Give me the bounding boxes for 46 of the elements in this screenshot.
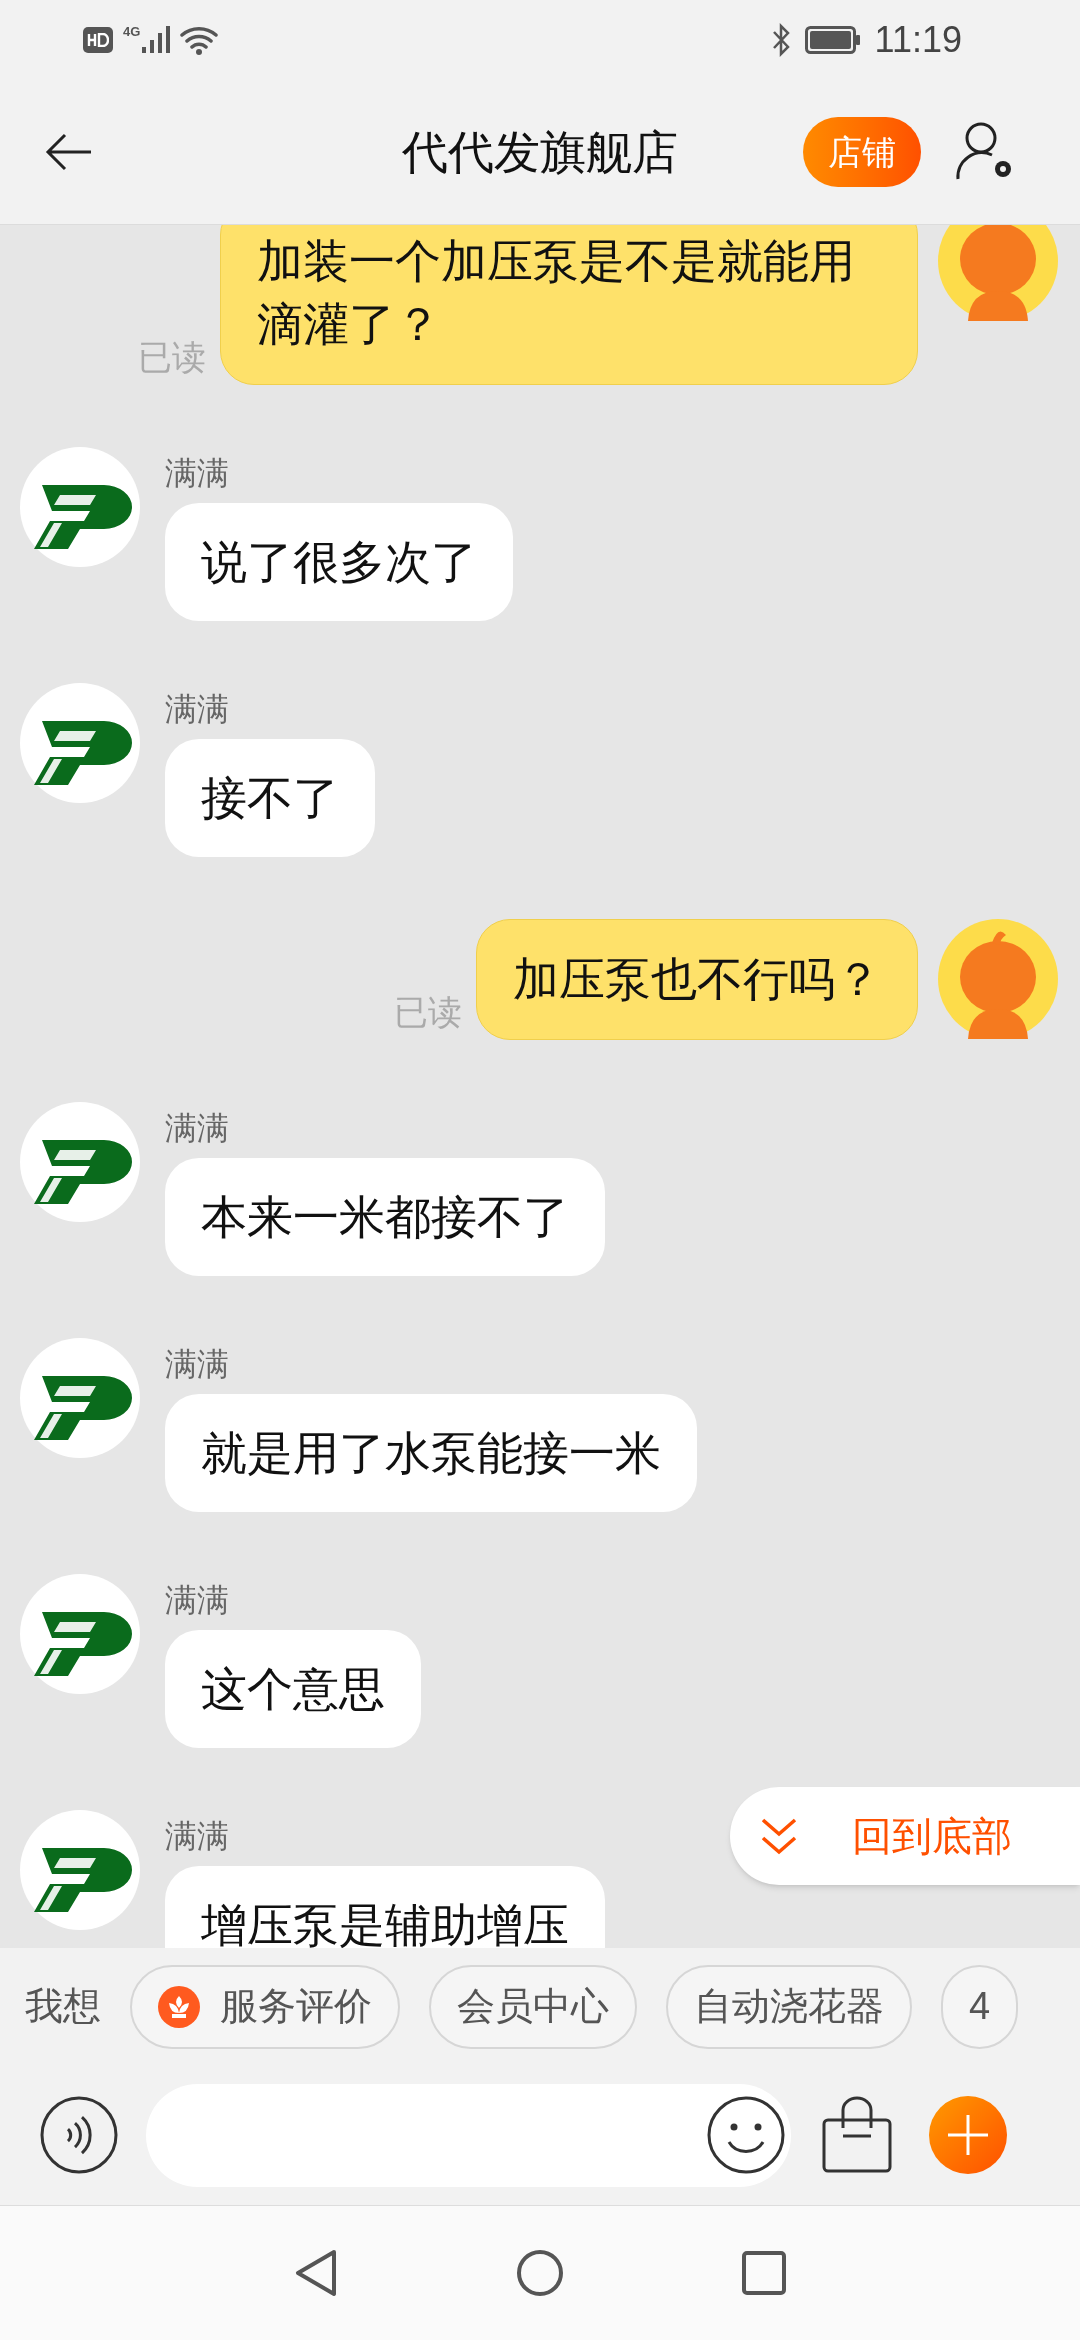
suggestion-chip[interactable]: 4 bbox=[941, 1964, 1019, 2049]
shop-logo-icon bbox=[20, 1574, 140, 1694]
message-bubble: 加装一个加压泵是不是就能用滴灌了？ bbox=[220, 225, 918, 385]
sender-name: 满满 bbox=[165, 1345, 229, 1384]
shop-logo-icon bbox=[20, 447, 140, 567]
wifi-icon bbox=[180, 24, 221, 56]
suggestion-chip[interactable]: 服务评价 bbox=[130, 1964, 400, 2049]
message-bubble: 说了很多次了 bbox=[165, 503, 513, 621]
bluetooth-icon bbox=[770, 23, 791, 57]
message-bubble: 本来一米都接不了 bbox=[165, 1158, 605, 1276]
read-status: 已读 bbox=[394, 992, 462, 1033]
shop-logo-icon bbox=[20, 1338, 140, 1458]
chat-title: 代代发旗舰店 bbox=[401, 124, 679, 180]
sender-name: 满满 bbox=[165, 1109, 229, 1148]
nav-home-icon[interactable] bbox=[516, 2249, 564, 2297]
voice-icon[interactable] bbox=[40, 2096, 118, 2174]
shop-logo-icon bbox=[20, 1102, 140, 1222]
nav-back-icon[interactable] bbox=[294, 2249, 338, 2297]
message-bubble: 加压泵也不行吗？ bbox=[476, 919, 918, 1040]
message-bubble: 接不了 bbox=[165, 739, 375, 857]
hd-icon bbox=[83, 27, 113, 53]
shopping-bag-icon[interactable] bbox=[821, 2096, 893, 2174]
sender-name: 满满 bbox=[165, 454, 229, 493]
plus-icon[interactable] bbox=[929, 2096, 1007, 2174]
mascot-avatar-icon bbox=[938, 225, 1058, 321]
clock-time: 11:19 bbox=[874, 18, 962, 62]
signal-icon bbox=[142, 25, 171, 55]
message-bubble: 这个意思 bbox=[165, 1630, 421, 1748]
back-icon[interactable] bbox=[45, 132, 93, 172]
battery-icon bbox=[804, 26, 861, 54]
network-label: 4G bbox=[123, 25, 141, 38]
double-chevron-down-icon bbox=[760, 1816, 798, 1856]
sender-name: 满满 bbox=[165, 1817, 229, 1856]
mascot-avatar-icon bbox=[938, 919, 1058, 1039]
suggestion-chip[interactable]: 会员中心 bbox=[429, 1964, 637, 2049]
message-bubble: 就是用了水泵能接一米 bbox=[165, 1394, 697, 1512]
emoji-icon[interactable] bbox=[707, 2096, 785, 2174]
shop-logo-icon bbox=[20, 683, 140, 803]
nav-recents-icon[interactable] bbox=[742, 2251, 786, 2295]
shop-logo-icon bbox=[20, 1810, 140, 1930]
sender-name: 满满 bbox=[165, 690, 229, 729]
read-status: 已读 bbox=[138, 337, 206, 378]
quick-bar-label: 我想 bbox=[25, 1984, 101, 2029]
sender-name: 满满 bbox=[165, 1581, 229, 1620]
flower-icon bbox=[158, 1985, 200, 2028]
suggestion-chip[interactable]: 自动浇花器 bbox=[666, 1964, 912, 2049]
